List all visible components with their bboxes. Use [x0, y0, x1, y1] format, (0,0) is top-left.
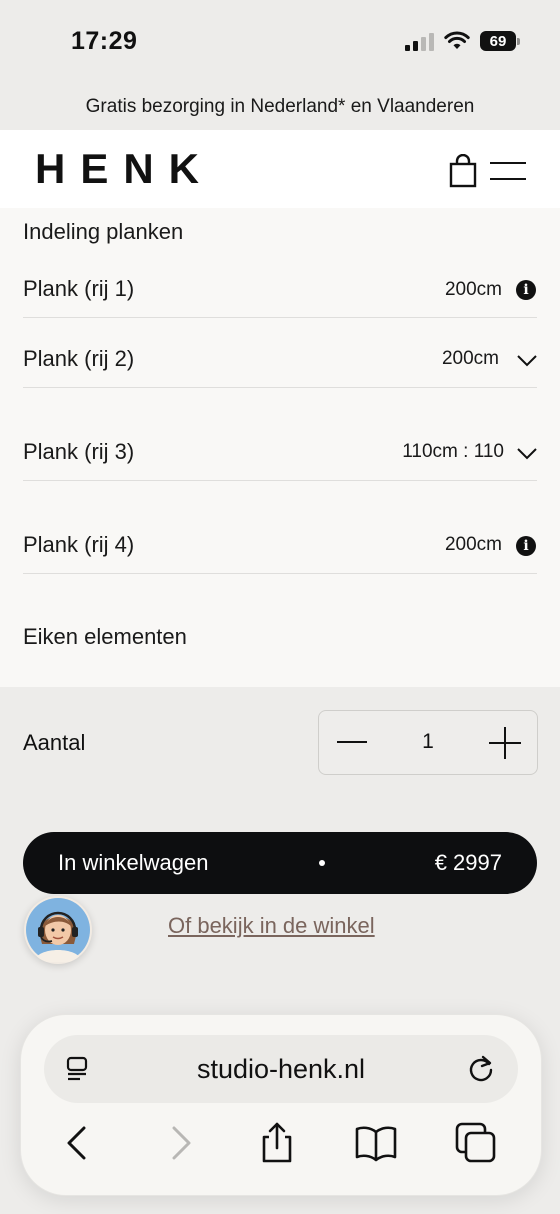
cellular-signal-icon [405, 31, 434, 51]
add-to-cart-label: In winkelwagen [58, 850, 209, 875]
site-header: HENK [0, 130, 560, 208]
increase-quantity-button[interactable] [489, 727, 521, 759]
view-in-store-link[interactable]: Of bekijk in de winkel [168, 913, 375, 939]
url-text: studio-henk.nl [196, 1054, 366, 1084]
status-icons: 69 [405, 30, 520, 52]
status-time: 17:29 [71, 27, 138, 55]
quantity-label: Aantal [23, 730, 86, 755]
oak-elements-heading: Eiken elementen [23, 624, 187, 649]
configuration-panel: Indeling planken Plank (rij 1) 200cm i P… [0, 208, 560, 687]
row-value: 200cm [444, 534, 502, 555]
row-label: Plank (rij 3) [23, 439, 135, 464]
address-bar[interactable]: studio-henk.nl [44, 1035, 518, 1103]
row-label: Plank (rij 4) [23, 532, 135, 557]
status-bar: 17:29 69 [0, 0, 560, 84]
share-icon[interactable] [255, 1121, 299, 1165]
battery-level: 69 [489, 32, 507, 50]
shelf-row-4: Plank (rij 4) 200cm i [23, 480, 537, 574]
tabs-icon[interactable] [454, 1121, 498, 1165]
price: € 2997 [434, 850, 502, 875]
wifi-icon [444, 31, 470, 49]
quantity-stepper: 1 [318, 710, 538, 775]
chevron-down-icon[interactable] [517, 355, 537, 367]
separator-dot [319, 860, 325, 866]
support-chat-avatar[interactable] [24, 896, 92, 964]
battery-icon: 69 [480, 31, 520, 51]
back-icon[interactable] [57, 1121, 101, 1165]
bookmarks-icon[interactable] [354, 1121, 398, 1165]
row-value: 110cm : 110 [402, 441, 504, 462]
info-icon[interactable]: i [516, 280, 536, 300]
chevron-down-icon[interactable] [517, 448, 537, 460]
shelf-row-2[interactable]: Plank (rij 2) 200cm [23, 317, 537, 388]
row-value: 200cm [444, 279, 502, 300]
hamburger-menu-icon[interactable] [490, 160, 528, 182]
support-agent-icon [26, 898, 90, 962]
shelf-row-1: Plank (rij 1) 200cm i [23, 262, 537, 318]
browser-toolbar: studio-henk.nl [20, 1014, 542, 1196]
shelf-row-3[interactable]: Plank (rij 3) 110cm : 110 [23, 387, 537, 481]
info-icon[interactable]: i [516, 536, 536, 556]
promo-banner: Gratis bezorging in Nederland* en Vlaand… [0, 84, 560, 130]
forward-icon[interactable] [157, 1121, 201, 1165]
henk-logo[interactable]: HENK [35, 147, 214, 191]
row-value: 200cm [441, 348, 499, 369]
add-to-cart-button[interactable]: In winkelwagen € 2997 [23, 832, 537, 894]
row-label: Plank (rij 1) [23, 276, 135, 301]
section-heading: Indeling planken [23, 219, 184, 244]
reload-icon[interactable] [466, 1053, 496, 1083]
shopping-bag-icon[interactable] [449, 154, 477, 188]
row-label: Plank (rij 2) [23, 346, 135, 371]
